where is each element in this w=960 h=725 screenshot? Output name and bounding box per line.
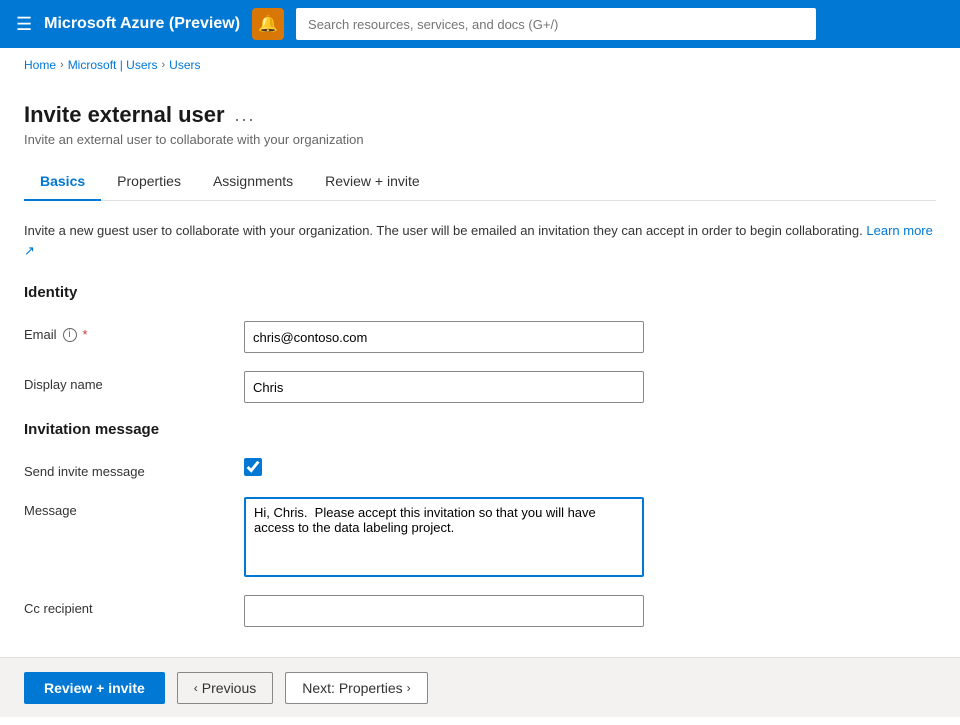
footer: Review + invite ‹ Previous Next: Propert… [0, 657, 960, 717]
tabs: Basics Properties Assignments Review + i… [24, 163, 936, 201]
breadcrumb: Home › Microsoft | Users › Users [0, 48, 960, 82]
next-label: Next: Properties [302, 680, 402, 696]
breadcrumb-microsoft-users[interactable]: Microsoft | Users [68, 58, 158, 72]
app-title: Microsoft Azure (Preview) [44, 15, 240, 33]
invitation-heading: Invitation message [24, 421, 936, 438]
send-invite-checkbox-wrap [244, 458, 262, 476]
breadcrumb-home[interactable]: Home [24, 58, 56, 72]
email-required-star: * [83, 327, 88, 342]
message-group: Message Hi, Chris. Please accept this in… [24, 497, 936, 577]
page-title: Invite external user [24, 102, 225, 128]
review-invite-button[interactable]: Review + invite [24, 672, 165, 704]
tab-properties[interactable]: Properties [101, 163, 197, 201]
identity-heading: Identity [24, 284, 936, 301]
breadcrumb-sep-2: › [161, 59, 165, 71]
page-subtitle: Invite an external user to collaborate w… [24, 132, 936, 147]
previous-button[interactable]: ‹ Previous [177, 672, 273, 704]
tab-basics[interactable]: Basics [24, 163, 101, 201]
display-name-label: Display name [24, 371, 244, 392]
more-options-icon[interactable]: ... [235, 105, 256, 126]
cc-recipient-label: Cc recipient [24, 595, 244, 616]
cc-recipient-group: Cc recipient [24, 595, 936, 627]
next-button[interactable]: Next: Properties › [285, 672, 427, 704]
tab-assignments[interactable]: Assignments [197, 163, 309, 201]
message-label: Message [24, 497, 244, 518]
breadcrumb-users[interactable]: Users [169, 58, 200, 72]
hamburger-icon[interactable]: ☰ [16, 14, 32, 35]
breadcrumb-sep-1: › [60, 59, 64, 71]
display-name-input[interactable] [244, 371, 644, 403]
main-content: Invite external user ... Invite an exter… [0, 82, 960, 725]
send-invite-group: Send invite message [24, 458, 936, 479]
email-info-icon[interactable]: i [63, 328, 77, 342]
tab-review[interactable]: Review + invite [309, 163, 436, 201]
previous-label: Previous [202, 680, 256, 696]
display-name-group: Display name [24, 371, 936, 403]
email-label: Email i * [24, 321, 244, 342]
send-invite-label: Send invite message [24, 458, 244, 479]
prev-chevron-icon: ‹ [194, 681, 198, 695]
email-group: Email i * [24, 321, 936, 353]
top-nav: ☰ Microsoft Azure (Preview) 🔔 [0, 0, 960, 48]
search-input[interactable] [296, 8, 816, 40]
message-textarea[interactable]: Hi, Chris. Please accept this invitation… [244, 497, 644, 577]
send-invite-checkbox[interactable] [244, 458, 262, 476]
page-title-row: Invite external user ... [24, 102, 936, 128]
cc-recipient-input[interactable] [244, 595, 644, 627]
email-input[interactable] [244, 321, 644, 353]
next-chevron-icon: › [407, 681, 411, 695]
info-banner: Invite a new guest user to collaborate w… [24, 221, 936, 260]
bell-icon[interactable]: 🔔 [252, 8, 284, 40]
